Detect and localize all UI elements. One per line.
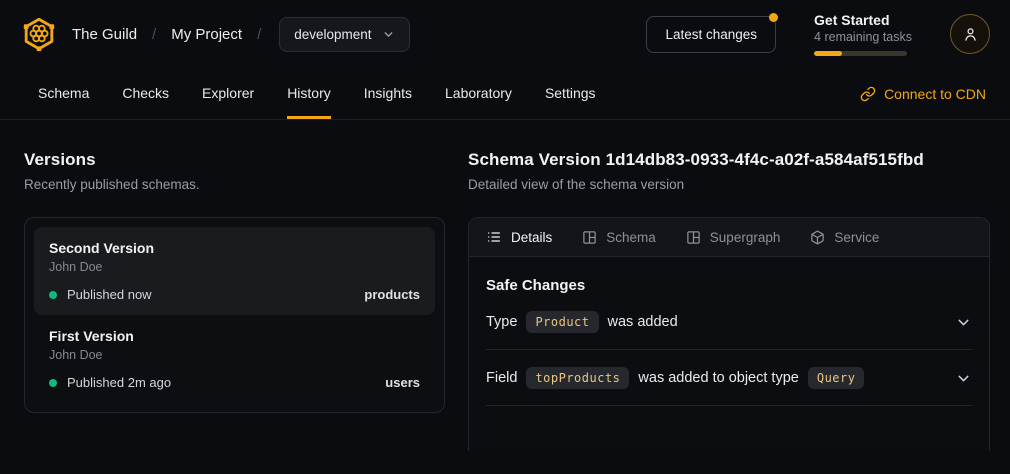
tab-history[interactable]: History xyxy=(287,68,331,119)
detail-tab-service[interactable]: Service xyxy=(810,230,879,245)
environment-selector-value: development xyxy=(294,27,371,42)
get-started-progress-track xyxy=(814,51,907,56)
published-status-dot xyxy=(49,291,57,299)
version-list-item[interactable]: First Version John Doe Published 2m ago … xyxy=(34,315,435,403)
version-detail-subtitle: Detailed view of the schema version xyxy=(468,177,990,192)
breadcrumb-project[interactable]: My Project xyxy=(171,26,242,43)
guild-logo-icon[interactable] xyxy=(20,15,58,53)
breadcrumb-org[interactable]: The Guild xyxy=(72,26,137,43)
change-text: was added xyxy=(608,314,678,330)
version-detail-title: Schema Version 1d14db83-0933-4f4c-a02f-a… xyxy=(468,150,990,170)
connect-to-cdn-link[interactable]: Connect to CDN xyxy=(860,86,986,102)
box-icon xyxy=(810,230,825,245)
get-started-title: Get Started xyxy=(814,12,912,28)
user-icon xyxy=(962,26,979,43)
change-text: Type xyxy=(486,314,517,330)
tab-insights[interactable]: Insights xyxy=(364,68,412,119)
environment-selector[interactable]: development xyxy=(279,17,409,52)
latest-changes-button[interactable]: Latest changes xyxy=(646,16,776,53)
breadcrumb-separator: / xyxy=(257,26,261,43)
tab-laboratory[interactable]: Laboratory xyxy=(445,68,512,119)
version-detail-section: Schema Version 1d14db83-0933-4f4c-a02f-a… xyxy=(468,150,990,474)
chevron-down-icon xyxy=(382,28,395,41)
version-list-item[interactable]: Second Version John Doe Published now pr… xyxy=(34,227,435,315)
link-icon xyxy=(860,86,876,102)
chevron-down-icon[interactable] xyxy=(955,370,972,387)
main-nav: Schema Checks Explorer History Insights … xyxy=(0,68,1010,120)
version-author: John Doe xyxy=(49,348,420,362)
tab-checks[interactable]: Checks xyxy=(122,68,169,119)
latest-changes-label: Latest changes xyxy=(665,27,757,42)
version-name: First Version xyxy=(49,328,420,344)
chevron-down-icon[interactable] xyxy=(955,314,972,331)
versions-section: Versions Recently published schemas. Sec… xyxy=(24,150,445,474)
service-name-badge: products xyxy=(364,287,420,302)
version-detail-panel: Details Schema Supergraph xyxy=(468,217,990,451)
get-started-widget[interactable]: Get Started 4 remaining tasks xyxy=(814,12,912,56)
connect-to-cdn-label: Connect to CDN xyxy=(884,86,986,102)
tab-settings[interactable]: Settings xyxy=(545,68,596,119)
detail-tab-bar: Details Schema Supergraph xyxy=(469,218,989,257)
service-name-badge: users xyxy=(385,375,420,390)
detail-tab-supergraph[interactable]: Supergraph xyxy=(686,230,781,245)
change-text: was added to object type xyxy=(638,370,798,386)
notification-dot xyxy=(769,13,778,22)
get-started-progress-fill xyxy=(814,51,842,56)
breadcrumb: The Guild / My Project / xyxy=(72,26,261,43)
code-pill: topProducts xyxy=(526,367,629,389)
published-status-dot xyxy=(49,379,57,387)
tab-explorer[interactable]: Explorer xyxy=(202,68,254,119)
change-row[interactable]: Type Product was added xyxy=(486,294,972,350)
columns-icon xyxy=(582,230,597,245)
version-name: Second Version xyxy=(49,240,420,256)
user-avatar[interactable] xyxy=(950,14,990,54)
app-header: The Guild / My Project / development Lat… xyxy=(0,0,1010,68)
get-started-remaining: 4 remaining tasks xyxy=(814,30,912,44)
published-status-text: Published now xyxy=(67,287,152,302)
change-row[interactable]: Field topProducts was added to object ty… xyxy=(486,350,972,406)
code-pill: Query xyxy=(808,367,865,389)
list-icon xyxy=(486,229,502,245)
tab-schema[interactable]: Schema xyxy=(38,68,89,119)
versions-subtitle: Recently published schemas. xyxy=(24,177,445,192)
detail-tab-details[interactable]: Details xyxy=(486,229,552,245)
safe-changes-heading: Safe Changes xyxy=(486,277,972,294)
change-text: Field xyxy=(486,370,517,386)
versions-list: Second Version John Doe Published now pr… xyxy=(24,217,445,413)
detail-tab-schema[interactable]: Schema xyxy=(582,230,656,245)
versions-title: Versions xyxy=(24,150,445,170)
published-status-text: Published 2m ago xyxy=(67,375,171,390)
version-author: John Doe xyxy=(49,260,420,274)
breadcrumb-separator: / xyxy=(152,26,156,43)
columns-icon xyxy=(686,230,701,245)
code-pill: Product xyxy=(526,311,598,333)
